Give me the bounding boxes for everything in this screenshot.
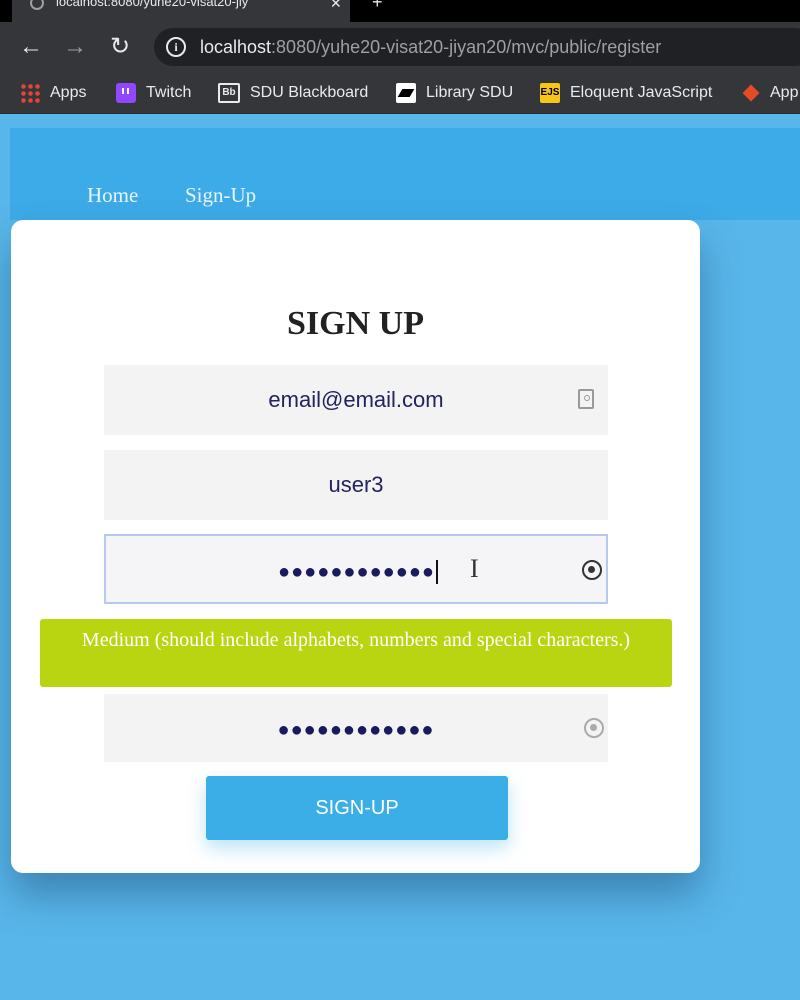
password-strength-message: Medium (should include alphabets, number… — [40, 619, 672, 687]
back-arrow-icon[interactable]: ← — [16, 32, 46, 62]
tab-strip: localhost:8080/yuhe20-visat20-jiy ✕ + — [0, 0, 800, 22]
bookmark-sdu-blackboard[interactable]: Bb SDU Blackboard — [218, 81, 368, 105]
username-value: user3 — [328, 472, 384, 497]
email-field[interactable]: email@email.com — [104, 365, 608, 435]
url-text[interactable]: localhost:8080/yuhe20-visat20-jiyan20/mv… — [200, 37, 661, 58]
apps-icon — [20, 83, 40, 103]
tab-close-icon[interactable]: ✕ — [330, 0, 342, 12]
password-key-icon[interactable] — [584, 718, 604, 738]
bookmark-app[interactable]: App — [742, 81, 798, 105]
tab-title: localhost:8080/yuhe20-visat20-jiy — [56, 0, 249, 9]
i-beam-cursor-icon: I — [470, 554, 479, 583]
bookmarks-bar: Apps Twitch Bb SDU Blackboard Library SD… — [0, 72, 800, 114]
nav-link-signup[interactable]: Sign-Up — [185, 183, 256, 208]
page-title: SIGN UP — [287, 305, 424, 342]
bookmark-apps[interactable]: Apps — [20, 81, 86, 105]
contact-card-icon[interactable] — [578, 389, 594, 409]
browser-tab[interactable]: localhost:8080/yuhe20-visat20-jiy ✕ — [12, 0, 350, 22]
forward-arrow-icon[interactable]: → — [60, 32, 90, 62]
blackboard-icon: Bb — [218, 83, 240, 103]
bookmark-library-sdu[interactable]: Library SDU — [396, 81, 513, 105]
address-bar[interactable]: i localhost:8080/yuhe20-visat20-jiyan20/… — [154, 28, 800, 66]
library-icon — [396, 83, 416, 103]
nav-link-home[interactable]: Home — [87, 183, 138, 208]
bookmark-eloquent-javascript[interactable]: EJS Eloquent JavaScript — [540, 81, 712, 105]
confirm-password-mask: ●●●●●●●●●●●● — [277, 719, 435, 741]
email-value: email@email.com — [268, 387, 444, 412]
app-icon — [742, 84, 760, 102]
page-body: Home Sign-Up SIGN UP email@email.com use… — [10, 118, 800, 1000]
browser-toolbar: ← → ↻ i localhost:8080/yuhe20-visat20-ji… — [0, 22, 800, 72]
password-mask: ●●●●●●●●●●●● — [278, 561, 435, 583]
twitch-icon — [116, 83, 136, 103]
confirm-password-field[interactable]: ●●●●●●●●●●●● — [104, 694, 608, 762]
site-navbar: Home Sign-Up — [10, 128, 800, 220]
password-field[interactable]: ●●●●●●●●●●●● I — [104, 534, 608, 604]
bookmark-twitch[interactable]: Twitch — [116, 81, 191, 105]
username-field[interactable]: user3 — [104, 450, 608, 520]
ejs-icon: EJS — [540, 83, 560, 103]
text-caret — [435, 560, 438, 585]
reload-icon[interactable]: ↻ — [105, 32, 135, 62]
signup-submit-button[interactable]: SIGN-UP — [206, 776, 508, 840]
new-tab-icon[interactable]: + — [372, 0, 383, 13]
info-icon[interactable]: i — [166, 37, 186, 57]
tab-favicon-icon — [30, 0, 44, 10]
signup-card: SIGN UP email@email.com user3 ●●●●●●●●●●… — [11, 220, 700, 873]
password-key-icon[interactable] — [582, 560, 602, 580]
